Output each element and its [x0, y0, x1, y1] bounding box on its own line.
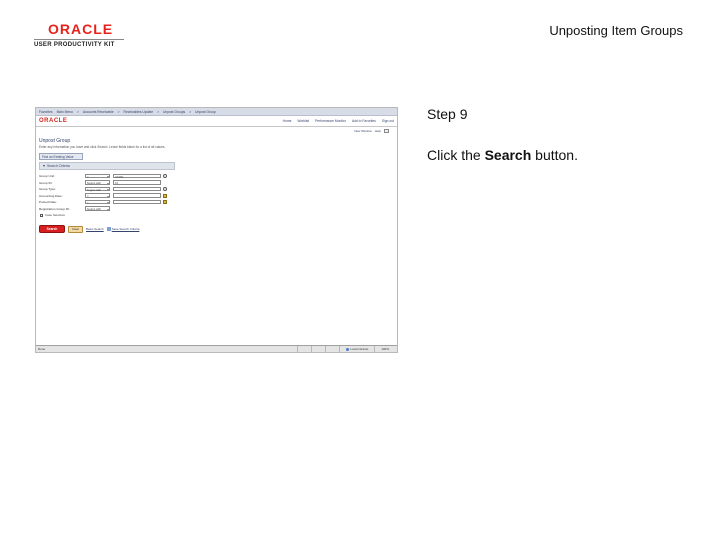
save-search-criteria-link[interactable]: Save Search Criteria — [106, 227, 140, 231]
header-link-signout[interactable]: Sign out — [382, 119, 394, 123]
posted-date-input[interactable] — [113, 199, 161, 205]
security-zone: Local intranet — [339, 346, 374, 352]
field-row-accounting-date: Accounting Date: = — [39, 193, 397, 199]
case-sensitive-checkbox[interactable]: Case Sensitive — [40, 213, 65, 217]
lookup-icon[interactable] — [163, 174, 167, 178]
field-row-group-unit: Group Unit: = US001 — [39, 173, 397, 179]
header-link-favorites[interactable]: Add to Favorites — [352, 119, 376, 123]
field-row-group-type: Group Type: begins with — [39, 186, 397, 192]
field-row-registration-group: Registration Group ID: begins with — [39, 206, 397, 212]
operator-select[interactable]: = — [85, 199, 110, 205]
header-link-performance[interactable]: Performance Monitor — [315, 119, 346, 123]
oracle-upk-logo: ORACLE USER PRODUCTIVITY KIT — [34, 22, 124, 48]
field-label: Group Type: — [39, 187, 56, 191]
help-link[interactable]: Help — [375, 129, 381, 133]
header-link-home[interactable]: Home — [283, 119, 292, 123]
status-cells: Local intranet 100% — [297, 346, 395, 352]
save-criteria-label: Save Search Criteria — [111, 227, 140, 231]
header-links: Home Worklist Performance Monitor Add to… — [283, 119, 394, 123]
basic-search-link[interactable]: Basic Search — [86, 227, 104, 231]
content-instructions: Enter any information you have and click… — [39, 145, 166, 149]
nav-item[interactable]: Main Menu — [57, 110, 73, 114]
breadcrumb-nav: Favorites Main Menu > Accounts Receivabl… — [36, 108, 397, 116]
search-criteria-label: Search Criteria — [47, 164, 70, 168]
zoom-label: 100% — [381, 347, 389, 351]
logo-word: ORACLE — [48, 21, 114, 37]
header-link-worklist[interactable]: Worklist — [297, 119, 309, 123]
calendar-icon[interactable] — [163, 193, 167, 198]
group-id-input[interactable]: 12 — [113, 180, 161, 185]
search-button[interactable]: Search — [39, 225, 65, 233]
lookup-icon[interactable] — [163, 187, 167, 191]
nav-separator: > — [189, 109, 192, 114]
nav-separator: > — [117, 109, 120, 114]
customize-page-icon[interactable] — [384, 129, 389, 133]
operator-select[interactable]: = — [85, 173, 110, 179]
operator-select[interactable]: begins with — [85, 206, 110, 211]
instruction-prefix: Click the — [427, 147, 485, 163]
instruction-target: Search — [484, 147, 532, 163]
logo-subtitle: USER PRODUCTIVITY KIT — [34, 42, 115, 48]
new-window-link[interactable]: New Window — [354, 129, 372, 133]
logo-divider — [34, 39, 124, 40]
browser-status-bar: Done Local intranet 100% — [36, 345, 397, 352]
tab-find-existing-value[interactable]: Find an Existing Value — [39, 153, 83, 160]
operator-select[interactable]: begins with — [85, 186, 110, 192]
field-label: Registration Group ID: — [39, 206, 70, 211]
app-logo: ORACLE — [39, 118, 68, 124]
save-criteria-icon — [106, 227, 111, 231]
group-unit-input[interactable]: US001 — [113, 173, 161, 179]
field-row-posted-date: Posted Date: = — [39, 199, 397, 205]
status-cell — [297, 346, 311, 352]
operator-select[interactable]: begins with — [85, 180, 110, 185]
utility-links: New Window Help — [36, 127, 397, 135]
field-label: Accounting Date: — [39, 193, 63, 198]
nav-item[interactable]: Unpost Groups — [163, 110, 185, 114]
status-text: Done — [38, 347, 46, 351]
step-instruction: Click the Search button. — [427, 147, 578, 163]
search-criteria-header[interactable]: Search Criteria — [39, 162, 175, 170]
status-cell — [311, 346, 325, 352]
field-row-group-id: Group ID: begins with 12 — [39, 180, 397, 186]
app-header: ORACLE Home Worklist Performance Monitor… — [36, 116, 397, 127]
slide-title: Unposting Item Groups — [549, 23, 683, 38]
field-label: Posted Date: — [39, 200, 57, 204]
zone-label: Local intranet — [350, 347, 369, 351]
basic-search-label: Basic Search — [86, 227, 104, 231]
search-fields: Group Unit: = US001 Group ID: begins wit… — [39, 173, 397, 218]
nav-item[interactable]: Receivables Update — [124, 110, 154, 114]
group-type-input[interactable] — [113, 186, 161, 192]
accounting-date-input[interactable] — [113, 193, 161, 198]
application-screenshot: Favorites Main Menu > Accounts Receivabl… — [35, 107, 398, 353]
instruction-suffix: button. — [531, 147, 578, 163]
collapse-triangle-icon — [43, 165, 45, 167]
case-sensitive-label: Case Sensitive — [45, 213, 66, 217]
case-sensitive-row: Case Sensitive — [39, 212, 397, 218]
operator-select[interactable]: = — [85, 193, 110, 198]
search-actions: Search Clear Basic Search Save Search Cr… — [39, 225, 397, 233]
zoom-level[interactable]: 100% — [374, 346, 395, 352]
nav-item[interactable]: Favorites — [39, 110, 53, 114]
nav-separator: > — [157, 109, 159, 114]
step-number: Step 9 — [427, 106, 468, 122]
nav-item[interactable]: Unpost Group — [195, 110, 216, 114]
checkbox-box[interactable] — [40, 213, 43, 217]
field-label: Group Unit: — [39, 174, 55, 178]
globe-icon — [346, 347, 350, 351]
status-cell — [325, 346, 339, 352]
nav-separator: > — [76, 109, 79, 114]
content-title: Unpost Group — [39, 138, 71, 144]
clear-button[interactable]: Clear — [68, 225, 83, 233]
nav-item[interactable]: Accounts Receivable — [83, 110, 114, 114]
calendar-icon[interactable] — [163, 200, 167, 204]
field-label: Group ID: — [39, 180, 53, 185]
